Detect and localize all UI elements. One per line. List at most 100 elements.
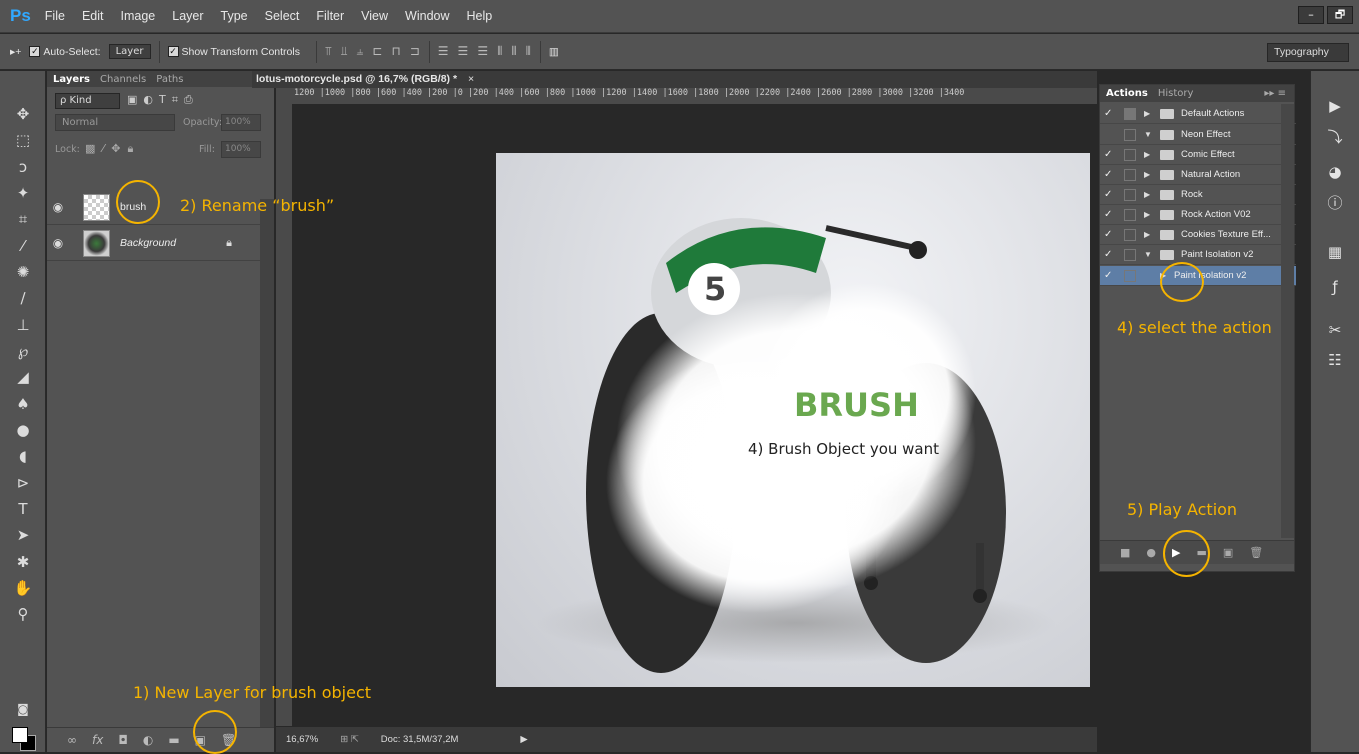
pen-tool-icon[interactable]: ⊳	[12, 472, 34, 494]
layer-name[interactable]: Background	[120, 237, 176, 249]
menu-select[interactable]: Select	[265, 9, 300, 23]
menu-edit[interactable]: Edit	[82, 9, 104, 23]
show-transform-checkbox[interactable]: ✓	[167, 46, 179, 57]
crop-tool-icon[interactable]: ⌗	[12, 208, 34, 230]
panel-menu-icon[interactable]: ▸▸ ≡	[1264, 88, 1286, 99]
align-bottom-icon[interactable]: ⫨	[357, 44, 365, 59]
action-check[interactable]: ✓	[1104, 108, 1118, 119]
document-canvas[interactable]: 5	[496, 153, 1090, 687]
tab-layers[interactable]: Layers	[53, 74, 90, 85]
adjustment-layer-icon[interactable]: ◐	[143, 733, 153, 747]
action-set-rock[interactable]: ✓ ▶ Rock	[1100, 185, 1296, 205]
visibility-eye-icon[interactable]: ◉	[47, 200, 69, 214]
document-size[interactable]: Doc: 31,5M/37,2M	[381, 734, 459, 745]
menu-filter[interactable]: Filter	[316, 9, 344, 23]
properties-icon[interactable]: ☷	[1324, 349, 1346, 371]
dialog-toggle[interactable]	[1124, 208, 1136, 221]
opacity-field[interactable]: 100%	[221, 114, 261, 131]
eraser-tool-icon[interactable]: ◢	[12, 366, 34, 388]
quick-mask-icon[interactable]: ◙	[12, 698, 34, 720]
marquee-tool-icon[interactable]: ⬚	[12, 129, 34, 151]
menu-image[interactable]: Image	[121, 9, 156, 23]
align-buttons[interactable]: ⫪ ⫫ ⫨ ⊏ ⊓ ⊐	[325, 44, 421, 59]
show-transform-option[interactable]: ✓ Show Transform Controls	[167, 46, 300, 58]
menu-window[interactable]: Window	[405, 9, 449, 23]
action-check[interactable]: ✓	[1104, 189, 1118, 200]
action-set-rock-action-v02[interactable]: ✓ ▶ Rock Action V02	[1100, 205, 1296, 225]
action-set-natural-action[interactable]: ✓ ▶ Natural Action	[1100, 165, 1296, 185]
distribute-bottom-icon[interactable]: ☰	[477, 44, 489, 59]
layers-scrollbar[interactable]	[260, 199, 274, 752]
action-check[interactable]: ✓	[1104, 270, 1118, 281]
clone-stamp-tool-icon[interactable]: ⊥	[12, 314, 34, 336]
restore-button[interactable]: 🗗	[1327, 6, 1353, 24]
delete-action-icon[interactable]: 🗑︎	[1249, 546, 1263, 559]
align-vcenter-icon[interactable]: ⫫	[341, 44, 349, 59]
dialog-toggle[interactable]	[1124, 168, 1136, 181]
expand-arrow-icon[interactable]: ▶	[1144, 170, 1156, 179]
distribute-hcenter-icon[interactable]: ⦀	[511, 44, 517, 59]
expand-arrow-icon[interactable]: ▶	[1144, 230, 1156, 239]
close-tab-icon[interactable]: ×	[468, 73, 474, 85]
menu-help[interactable]: Help	[467, 9, 493, 23]
actions-scrollbar[interactable]	[1281, 104, 1294, 538]
history-icon[interactable]: ⤵	[1324, 126, 1346, 148]
new-action-icon[interactable]: ▣	[1223, 546, 1233, 559]
path-selection-tool-icon[interactable]: ➤	[12, 524, 34, 546]
align-left-icon[interactable]: ⊏	[372, 44, 383, 59]
tab-paths[interactable]: Paths	[156, 74, 183, 85]
tab-actions[interactable]: Actions	[1106, 88, 1148, 99]
auto-select-dropdown[interactable]: Layer	[108, 44, 151, 59]
auto-select-checkbox[interactable]: ✓	[29, 46, 41, 57]
move-tool-icon[interactable]: ✥	[12, 103, 34, 125]
share-icon[interactable]: ⊞ ⇱	[340, 734, 359, 745]
stop-icon[interactable]: ■	[1120, 546, 1130, 559]
add-mask-icon[interactable]: ◘	[118, 733, 128, 747]
action-set-cookies-texture[interactable]: ✓ ▶ Cookies Texture Eff...	[1100, 225, 1296, 245]
distribute-top-icon[interactable]: ☰	[438, 44, 450, 59]
action-check[interactable]: ✓	[1104, 249, 1118, 260]
magic-wand-tool-icon[interactable]: ✦	[12, 182, 34, 204]
tab-history[interactable]: History	[1158, 88, 1194, 99]
dialog-toggle[interactable]	[1124, 269, 1136, 282]
blend-mode-select[interactable]: Normal	[55, 114, 175, 131]
action-check[interactable]: ✓	[1104, 209, 1118, 220]
distribute-left-icon[interactable]: ⦀	[497, 44, 503, 59]
expand-arrow-icon[interactable]: ▶	[1144, 210, 1156, 219]
layer-style-icon[interactable]: fx	[92, 733, 103, 747]
layer-row-background[interactable]: ◉ Background 🔒︎	[47, 226, 260, 261]
menu-layer[interactable]: Layer	[172, 9, 203, 23]
workspace-dropdown[interactable]: Typography	[1267, 43, 1349, 62]
styles-icon[interactable]: ƒ	[1324, 276, 1346, 298]
paint-bucket-tool-icon[interactable]: ♠	[12, 393, 34, 415]
zoom-level[interactable]: 16,67%	[286, 734, 318, 745]
collapse-arrow-icon[interactable]: ▼	[1144, 130, 1156, 139]
layer-filter-icons[interactable]: ▣◐T⌗⎙	[127, 93, 199, 107]
distribute-buttons[interactable]: ☰ ☰ ☰ ⦀ ⦀ ⦀	[438, 44, 532, 59]
menu-type[interactable]: Type	[221, 9, 248, 23]
brush-tool-icon[interactable]: ∕	[12, 287, 34, 309]
align-top-icon[interactable]: ⫪	[325, 44, 333, 59]
new-group-icon[interactable]: ▬	[168, 733, 179, 747]
record-icon[interactable]: ●	[1146, 546, 1156, 559]
expand-arrow-icon[interactable]: ▶	[1144, 150, 1156, 159]
lock-icons[interactable]: ▩⁄✥🔒︎	[85, 142, 140, 156]
align-hcenter-icon[interactable]: ⊓	[391, 44, 401, 59]
action-set-comic-effect[interactable]: ✓ ▶ Comic Effect	[1100, 145, 1296, 165]
action-check[interactable]: ✓	[1104, 169, 1118, 180]
healing-brush-tool-icon[interactable]: ✺	[12, 261, 34, 283]
foreground-color-swatch[interactable]	[12, 727, 28, 743]
fill-field[interactable]: 100%	[221, 141, 261, 158]
layer-filter-kind[interactable]: ρ Kind	[55, 93, 120, 109]
action-check[interactable]: ✓	[1104, 149, 1118, 160]
menu-view[interactable]: View	[361, 9, 388, 23]
dialog-toggle[interactable]	[1124, 107, 1136, 120]
distribute-right-icon[interactable]: ⦀	[526, 44, 532, 59]
brush-presets-icon[interactable]: ✂	[1324, 319, 1346, 341]
lasso-tool-icon[interactable]: ↄ	[12, 156, 34, 178]
actions-play-icon[interactable]: ▶	[1324, 95, 1346, 117]
visibility-eye-icon[interactable]: ◉	[47, 236, 69, 250]
dialog-toggle[interactable]	[1124, 188, 1136, 201]
auto-select-option[interactable]: ✓ Auto-Select:	[29, 46, 101, 58]
eyedropper-tool-icon[interactable]: ⁄	[12, 235, 34, 257]
